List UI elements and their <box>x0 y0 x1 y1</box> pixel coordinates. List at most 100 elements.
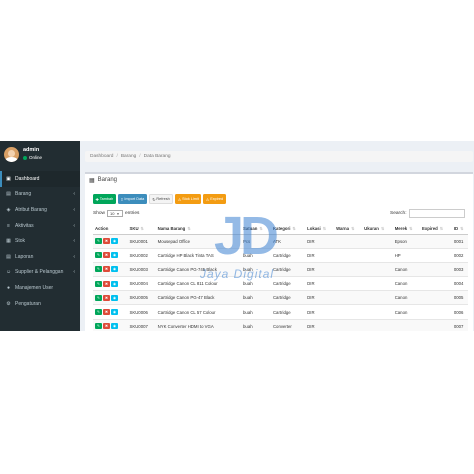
table-cell: 0003 <box>451 261 468 277</box>
column-header[interactable]: Satuan ⇅ <box>241 223 271 235</box>
entries-select-value: 10 <box>110 211 115 216</box>
table-cell: 0002 <box>451 247 468 263</box>
column-header[interactable]: ID ⇅ <box>451 223 468 235</box>
action-cell: ✎ ✖ ◉ <box>93 276 128 291</box>
user-status-label: Online <box>29 155 43 160</box>
table-cell: Canon <box>392 276 420 291</box>
sidebar-item-laporan[interactable]: ▤ Laporan ‹ <box>0 249 80 265</box>
sidebar-item-label: Dashboard <box>15 175 40 182</box>
action-cell: ✎ ✖ ◉ <box>93 290 128 305</box>
table-cell: DIR <box>305 233 335 249</box>
column-header[interactable]: Expired ⇅ <box>419 223 452 235</box>
column-header[interactable]: Lokasi ⇅ <box>305 223 335 235</box>
column-header[interactable]: Kategori ⇅ <box>270 223 306 235</box>
delete-icon[interactable]: ✖ <box>103 280 110 287</box>
import-data-button[interactable]: ⇧ Import Data <box>117 194 147 204</box>
table-cell: DIR <box>305 304 335 320</box>
view-icon[interactable]: ◉ <box>111 309 118 316</box>
entries-select[interactable]: 10 ▼ <box>107 210 123 217</box>
delete-icon[interactable]: ✖ <box>103 309 110 316</box>
delete-icon[interactable]: ✖ <box>103 266 110 273</box>
tambah-label: Tambah <box>99 197 114 201</box>
table-cell: SKU0007 <box>127 318 156 331</box>
table-row: ✎ ✖ ◉ SKU0005 Cartridge Canon PG-47 Black bua… <box>93 290 468 305</box>
sidebar-item-label: Laporan <box>15 253 34 260</box>
column-header-label: Nama Barang <box>157 225 186 231</box>
column-header-label: Lokasi <box>307 225 321 231</box>
row-actions: ✎ ✖ ◉ <box>95 266 127 273</box>
edit-icon[interactable]: ✎ <box>95 238 102 245</box>
row-actions: ✎ ✖ ◉ <box>95 309 127 316</box>
edit-icon[interactable]: ✎ <box>95 323 102 330</box>
view-icon[interactable]: ◉ <box>111 323 118 330</box>
table-cell <box>362 261 393 277</box>
table-cell <box>334 233 363 249</box>
table-cell <box>362 304 393 320</box>
activity-icon: ≡ <box>7 222 10 229</box>
stok-limit-button[interactable]: ⚠ Stok Limit <box>175 194 202 204</box>
sidebar-menu: ▣ Dashboard ▤ Barang ‹ ◈ Atribut Barang … <box>0 171 80 311</box>
table-cell: DIR <box>305 276 335 291</box>
row-actions: ✎ ✖ ◉ <box>95 323 127 330</box>
view-icon[interactable]: ◉ <box>111 294 118 301</box>
column-header[interactable]: Merek ⇅ <box>392 223 420 235</box>
table-cell: Converter <box>270 318 306 331</box>
delete-icon[interactable]: ✖ <box>103 252 110 259</box>
expired-label: Expired <box>210 197 224 201</box>
view-icon[interactable]: ◉ <box>111 266 118 273</box>
action-cell: ✎ ✖ ◉ <box>93 233 128 249</box>
box-icon: ▤ <box>6 191 11 198</box>
sidebar-item-barang[interactable]: ▤ Barang ‹ <box>0 187 80 203</box>
edit-icon[interactable]: ✎ <box>95 266 102 273</box>
chevron-left-icon: ‹ <box>73 191 75 198</box>
sidebar-item-stok[interactable]: ▦ Stok ‹ <box>0 233 80 249</box>
plus-icon: ✚ <box>95 197 99 202</box>
sidebar-item-aktivitas[interactable]: ≡ Aktivitas ‹ <box>0 218 80 234</box>
table-cell <box>334 290 363 305</box>
view-icon[interactable]: ◉ <box>111 280 118 287</box>
sidebar-item-pengaturan[interactable]: ⚙ Pengaturan <box>0 296 80 312</box>
table-cell: SKU0005 <box>127 290 156 305</box>
search-input[interactable] <box>408 209 465 218</box>
search-control: Search: <box>390 209 465 218</box>
warning-icon: ⚠ <box>205 197 210 202</box>
column-header[interactable]: SKU ⇅ <box>127 223 156 235</box>
delete-icon[interactable]: ✖ <box>103 323 110 330</box>
table-cell <box>419 290 452 305</box>
table-cell <box>419 276 452 291</box>
tambah-button[interactable]: ✚ Tambah <box>93 194 116 204</box>
breadcrumb-dashboard[interactable]: Dashboard <box>90 154 113 159</box>
table-cell: Cartridge <box>270 304 306 320</box>
table-cell <box>419 304 452 320</box>
expired-button[interactable]: ⚠ Expired <box>203 194 226 204</box>
column-header[interactable]: Action <box>93 223 128 235</box>
column-header[interactable]: Ukuran ⇅ <box>362 223 393 235</box>
delete-icon[interactable]: ✖ <box>103 294 110 301</box>
view-icon[interactable]: ◉ <box>111 238 118 245</box>
column-header[interactable]: Warna ⇅ <box>334 223 363 235</box>
sidebar-item-dashboard[interactable]: ▣ Dashboard <box>0 171 80 187</box>
sidebar-item-label: Supplier & Pelanggan <box>15 269 64 276</box>
sidebar-item-supplier-pelanggan[interactable]: ☺ Supplier & Pelanggan ‹ <box>0 265 80 281</box>
edit-icon[interactable]: ✎ <box>95 309 102 316</box>
breadcrumb-separator: / <box>139 154 141 159</box>
action-cell: ✎ ✖ ◉ <box>93 304 128 320</box>
table-cell: Cartridge <box>270 276 306 291</box>
stok-limit-label: Stok Limit <box>182 197 199 201</box>
sidebar-item-atribut-barang[interactable]: ◈ Atribut Barang ‹ <box>0 202 80 218</box>
sidebar-item-manajemen-user[interactable]: ● Manajemen User <box>0 280 80 296</box>
refresh-button[interactable]: ↻ Refresh <box>148 194 174 204</box>
view-icon[interactable]: ◉ <box>111 252 118 259</box>
table-cell: buah <box>241 261 271 277</box>
column-header[interactable]: Nama Barang ⇅ <box>155 223 242 235</box>
edit-icon[interactable]: ✎ <box>95 294 102 301</box>
delete-icon[interactable]: ✖ <box>103 238 110 245</box>
tag-icon: ◈ <box>6 206 11 213</box>
table-row: ✎ ✖ ◉ SKU0003 Cartridge Canon PG-745 Black bu… <box>93 261 468 277</box>
table-cell: HP <box>392 247 420 263</box>
edit-icon[interactable]: ✎ <box>95 252 102 259</box>
toolbar: ✚ Tambah ⇧ Import Data ↻ Refresh ⚠ Stok … <box>93 194 226 204</box>
edit-icon[interactable]: ✎ <box>95 280 102 287</box>
table-cell: Canon <box>392 304 420 320</box>
breadcrumb-barang[interactable]: Barang <box>121 154 136 159</box>
